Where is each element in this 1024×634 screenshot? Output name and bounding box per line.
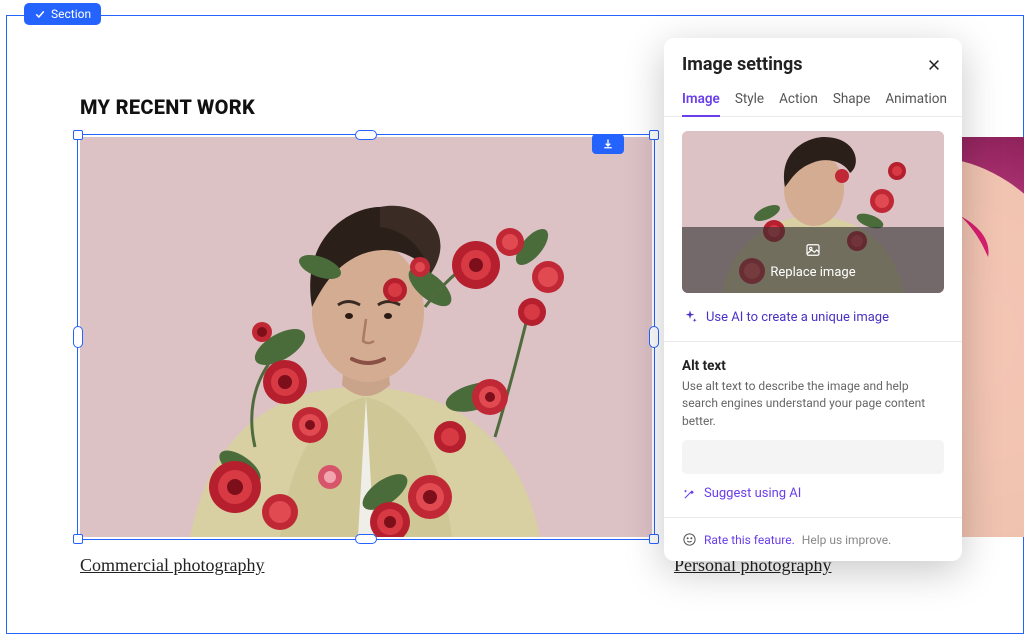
image-icon (804, 241, 822, 259)
replace-image-label: Replace image (770, 265, 855, 280)
tab-style[interactable]: Style (735, 85, 764, 116)
gallery-image[interactable] (80, 137, 652, 537)
section-badge[interactable]: Section (24, 3, 101, 25)
wand-icon (682, 487, 696, 501)
tab-image[interactable]: Image (682, 85, 720, 116)
tab-animation[interactable]: Animation (885, 85, 947, 116)
section-badge-label: Section (51, 7, 91, 21)
resize-handle-bl[interactable] (73, 534, 83, 544)
ai-create-link[interactable]: Use AI to create a unique image (682, 309, 944, 325)
check-icon (34, 8, 46, 20)
image-preview[interactable]: Replace image (682, 131, 944, 293)
tab-action[interactable]: Action (779, 85, 818, 116)
rate-help-text: Help us improve. (802, 533, 892, 547)
ai-create-label: Use AI to create a unique image (706, 310, 889, 325)
smile-icon (682, 532, 697, 547)
panel-title: Image settings (682, 54, 803, 75)
suggest-ai-label: Suggest using AI (704, 486, 801, 501)
alt-text-input[interactable] (682, 440, 944, 474)
close-button[interactable] (924, 55, 944, 75)
sparkle-icon (682, 309, 698, 325)
panel-tabs: Image Style Action Shape Animation (664, 85, 962, 117)
alt-text-heading: Alt text (682, 358, 944, 374)
resize-handle-top[interactable] (355, 130, 377, 140)
tab-shape[interactable]: Shape (833, 85, 871, 116)
gallery-card[interactable]: Commercial photography (80, 137, 652, 576)
resize-handle-br[interactable] (649, 534, 659, 544)
close-icon (927, 58, 941, 72)
image-settings-panel: Image settings Image Style Action Shape … (664, 38, 962, 561)
resize-handle-bottom[interactable] (355, 534, 377, 544)
rate-feature-link[interactable]: Rate this feature. (704, 533, 795, 547)
resize-handle-left[interactable] (73, 326, 83, 348)
divider (664, 517, 962, 518)
panel-body: Replace image Use AI to create a unique … (664, 117, 962, 547)
resize-handle-tl[interactable] (73, 130, 83, 140)
card-caption[interactable]: Commercial photography (80, 555, 652, 576)
divider (664, 341, 962, 342)
panel-header: Image settings (664, 38, 962, 85)
rate-feature-row: Rate this feature. Help us improve. (682, 532, 944, 547)
alt-text-description: Use alt text to describe the image and h… (682, 378, 944, 430)
replace-image-button[interactable]: Replace image (682, 227, 944, 293)
resize-handle-tr[interactable] (649, 130, 659, 140)
suggest-ai-link[interactable]: Suggest using AI (682, 486, 944, 501)
resize-handle-right[interactable] (649, 326, 659, 348)
